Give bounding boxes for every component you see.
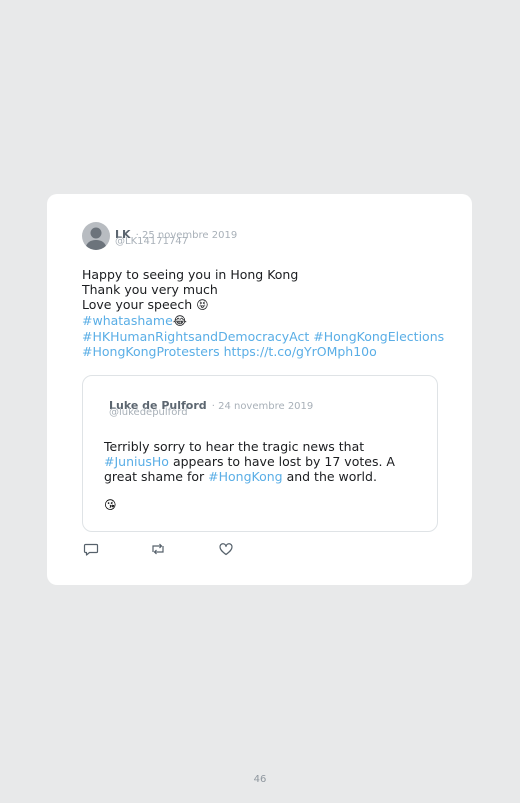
hashtag-link[interactable]: #HongKongElections: [313, 329, 444, 344]
quoted-text-part: Terribly sorry to hear the tragic news t…: [104, 439, 365, 454]
tweet-line: Happy to seeing you in Hong Kong: [82, 267, 299, 282]
heart-icon: [219, 543, 233, 556]
quoted-author-handle: @lukedepulford: [109, 407, 188, 418]
quoted-text-part: and the world.: [282, 469, 377, 484]
tweet-line: #HongKongProtesters https://t.co/gYrOMph…: [82, 344, 462, 359]
hashtag-link[interactable]: #JuniusHo: [104, 454, 169, 469]
tweet-card: LK · 25 novembre 2019 @LK14171747 Happy …: [47, 194, 472, 585]
tweet-line: Thank you very much: [82, 282, 218, 297]
emoji: 😂: [172, 314, 187, 328]
avatar[interactable]: [82, 222, 110, 250]
tweet-line: #whatashame😂: [82, 313, 462, 329]
page-number: 46: [253, 774, 267, 785]
quoted-tweet-date: · 24 novembre 2019: [211, 401, 314, 412]
quoted-tweet-text: Terribly sorry to hear the tragic news t…: [104, 439, 424, 484]
retweet-icon: [152, 543, 164, 555]
hashtag-link[interactable]: #HKHumanRightsandDemocracyAct: [82, 329, 309, 344]
tweet-text: Happy to seeing you in Hong Kong Thank y…: [82, 267, 462, 359]
hashtag-link[interactable]: #HongKong: [208, 469, 282, 484]
default-avatar-icon: [85, 227, 107, 250]
emoji: 😝: [196, 298, 209, 312]
emoji: 😘: [104, 498, 117, 512]
reply-icon: [83, 543, 99, 556]
like-button[interactable]: [218, 541, 234, 557]
hashtag-link[interactable]: #whatashame: [82, 313, 173, 328]
quoted-tweet[interactable]: Luke de Pulford · 24 novembre 2019 @luke…: [82, 375, 438, 532]
retweet-button[interactable]: [150, 541, 166, 557]
url-link[interactable]: https://t.co/gYrOMph10o: [224, 344, 377, 359]
hashtag-link[interactable]: #HongKongProtesters: [82, 344, 220, 359]
reply-button[interactable]: [83, 541, 99, 557]
tweet-line: #HKHumanRightsandDemocracyAct #HongKongE…: [82, 329, 462, 344]
author-handle: @LK14171747: [115, 236, 189, 247]
tweet-line: Love your speech 😝: [82, 297, 462, 313]
tweet-line-text: Love your speech: [82, 297, 197, 312]
